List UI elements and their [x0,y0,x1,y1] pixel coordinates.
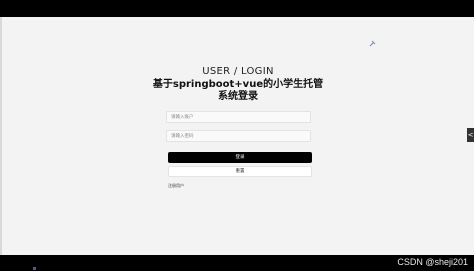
password-placeholder: 请输入密码 [171,134,194,139]
left-scroll-edge [0,17,2,255]
watermark: CSDN @sheji201 [397,257,468,267]
login-header: USER / LOGIN 基于springboot+vue的小学生托管系统登录 [150,66,326,103]
login-button[interactable]: 登录 [168,152,312,163]
username-input[interactable]: 请输入账户 [166,111,311,123]
side-collapse-tab[interactable]: < [467,128,474,142]
taskbar-mark [33,267,36,270]
username-placeholder: 请输入账户 [171,115,194,120]
reset-button[interactable]: 重置 [168,166,312,177]
login-subtitle: USER / LOGIN [202,66,274,77]
register-link[interactable]: 注册用户 [168,183,184,189]
pin-icon[interactable] [368,40,376,48]
password-input[interactable]: 请输入密码 [166,130,311,142]
page-title: 基于springboot+vue的小学生托管系统登录 [152,79,324,102]
